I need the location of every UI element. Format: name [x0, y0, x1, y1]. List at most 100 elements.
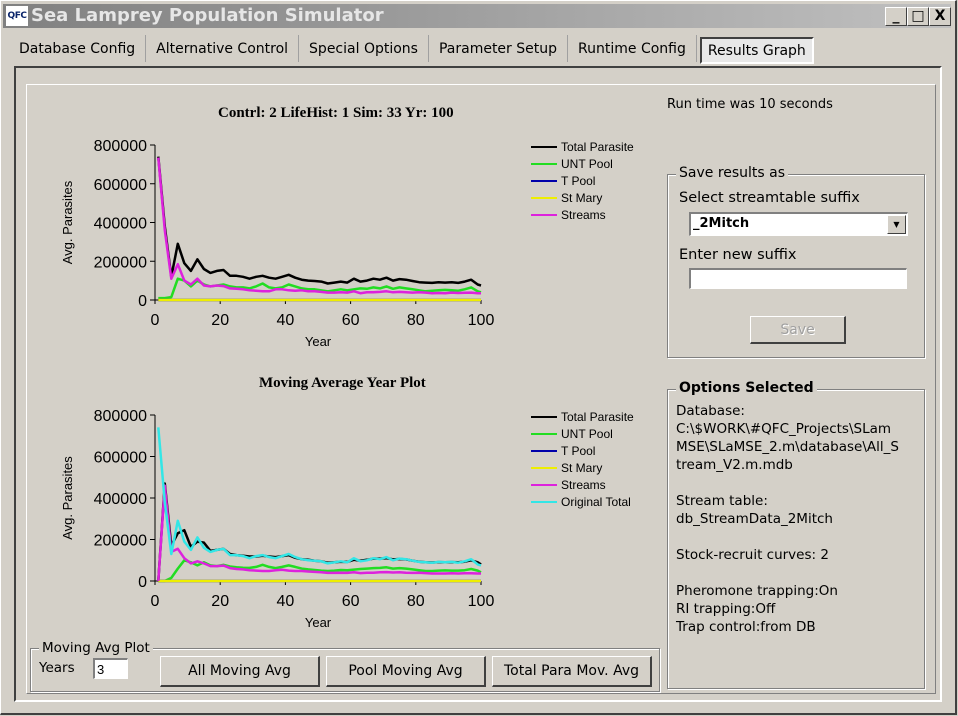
y-tick-label: 800000	[94, 408, 147, 425]
legend-item: UNT Pool	[529, 155, 634, 172]
legend-label: Streams	[561, 477, 606, 492]
legend-swatch	[531, 449, 557, 452]
legend-item: Original Total	[529, 493, 634, 510]
legend-swatch	[531, 466, 557, 469]
x-tick-label: 20	[211, 593, 229, 610]
legend-item: T Pool	[529, 172, 634, 189]
legend-label: Original Total	[561, 494, 631, 509]
legend-label: Streams	[561, 207, 606, 222]
chart2-legend: Total Parasite UNT Pool T Pool St Mary Strea…	[529, 408, 634, 510]
chart1-title: Contrl: 2 LifeHist: 1 Sim: 33 Yr: 100	[218, 105, 454, 121]
legend-label: Total Parasite	[561, 139, 634, 154]
options-line	[676, 528, 926, 546]
suffix-select-value: _2Mitch	[693, 216, 750, 231]
legend-label: UNT Pool	[561, 156, 613, 171]
maximize-button[interactable]: □	[907, 7, 929, 26]
all-moving-avg-button[interactable]: All Moving Avg	[160, 656, 320, 687]
legend-label: St Mary	[561, 190, 603, 205]
y-tick-label: 600000	[94, 450, 147, 467]
x-tick-label: 80	[407, 593, 425, 610]
chart1-legend: Total Parasite UNT Pool T Pool St Mary Strea…	[529, 138, 634, 223]
minimize-button[interactable]: _	[885, 7, 907, 26]
tab-parameter-setup[interactable]: Parameter Setup	[429, 35, 569, 62]
options-selected-text: Database: C:\$WORK\#QFC_Projects\SLam MS…	[676, 402, 926, 636]
legend-swatch	[531, 162, 557, 165]
years-input[interactable]	[93, 658, 128, 679]
legend-label: Total Parasite	[561, 409, 634, 424]
legend-item: T Pool	[529, 442, 634, 459]
y-tick-label: 200000	[94, 533, 147, 550]
x-tick-label: 0	[151, 593, 160, 610]
tab-bar: Database Config Alternative Control Spec…	[9, 35, 814, 64]
save-results-group-title: Save results as	[676, 165, 789, 181]
moving-avg-group-title: Moving Avg Plot	[39, 640, 153, 656]
series-line-total-parasite	[157, 156, 482, 287]
window-title: Sea Lamprey Population Simulator	[31, 5, 384, 26]
options-line: RI trapping:Off	[676, 601, 776, 617]
options-line: Database:	[676, 403, 745, 419]
legend-swatch	[531, 500, 557, 503]
chart2-title: Moving Average Year Plot	[259, 375, 426, 391]
chart1-plot: 0 200000 400000 600000 800000 0 20 40 60 80 100 Yea…	[60, 138, 495, 349]
x-axis-label: Year	[305, 615, 332, 630]
series-line-streams	[157, 157, 481, 295]
x-tick-label: 100	[468, 312, 495, 329]
y-tick-label: 600000	[94, 177, 147, 194]
y-axis-label: Avg. Parasites	[60, 180, 75, 264]
legend-item: Streams	[529, 206, 634, 223]
x-tick-label: 20	[211, 312, 229, 329]
close-button[interactable]: X	[929, 7, 951, 26]
legend-item: St Mary	[529, 189, 634, 206]
options-line: db_StreamData_2Mitch	[676, 511, 833, 527]
x-tick-label: 60	[342, 312, 360, 329]
y-tick-label: 0	[138, 574, 147, 591]
qfc-logo-icon: QFC	[6, 6, 28, 26]
x-tick-label: 40	[277, 312, 295, 329]
options-line: Stream table:	[676, 493, 768, 509]
y-tick-label: 200000	[94, 254, 147, 271]
tab-database-config[interactable]: Database Config	[9, 35, 147, 62]
suffix-select[interactable]: _2Mitch ▼	[689, 212, 908, 236]
x-tick-label: 40	[277, 593, 295, 610]
tab-runtime-config[interactable]: Runtime Config	[568, 35, 697, 62]
series-line-streams	[157, 484, 481, 582]
legend-item: Total Parasite	[529, 408, 634, 425]
x-axis-label: Year	[305, 334, 332, 349]
x-tick-label: 100	[468, 593, 495, 610]
y-tick-label: 400000	[94, 491, 147, 508]
y-tick-label: 800000	[94, 138, 147, 155]
chevron-down-icon[interactable]: ▼	[887, 215, 906, 234]
tab-alternative-control[interactable]: Alternative Control	[146, 35, 300, 62]
legend-swatch	[531, 196, 557, 199]
legend-item: Total Parasite	[529, 138, 634, 155]
options-line: tream_V2.m.mdb	[676, 457, 793, 473]
new-suffix-input[interactable]	[689, 268, 907, 289]
options-line: Stock-recruit curves: 2	[676, 547, 829, 563]
legend-label: St Mary	[561, 460, 603, 475]
legend-swatch	[531, 145, 557, 148]
legend-swatch	[531, 213, 557, 216]
tab-special-options[interactable]: Special Options	[299, 35, 429, 62]
legend-label: T Pool	[561, 443, 596, 458]
years-label: Years	[39, 660, 75, 676]
legend-swatch	[531, 415, 557, 418]
options-line: C:\$WORK\#QFC_Projects\SLam	[676, 421, 892, 437]
legend-label: UNT Pool	[561, 426, 613, 441]
series-line-total-parasite	[157, 482, 482, 582]
legend-item: St Mary	[529, 459, 634, 476]
y-tick-label: 0	[138, 293, 147, 310]
tab-results-graph[interactable]: Results Graph	[699, 37, 814, 64]
save-button[interactable]: Save	[750, 316, 846, 344]
y-axis-label: Avg. Parasites	[60, 456, 75, 540]
x-tick-label: 0	[151, 312, 160, 329]
select-suffix-label: Select streamtable suffix	[679, 190, 860, 206]
total-para-mov-avg-button[interactable]: Total Para Mov. Avg	[492, 656, 652, 687]
legend-item: Streams	[529, 476, 634, 493]
title-bar[interactable]: QFC Sea Lamprey Population Simulator _ □…	[3, 4, 951, 28]
pool-moving-avg-button[interactable]: Pool Moving Avg	[326, 656, 486, 687]
legend-swatch	[531, 179, 557, 182]
legend-label: T Pool	[561, 173, 596, 188]
new-suffix-label: Enter new suffix	[679, 247, 797, 263]
options-line	[676, 564, 926, 582]
options-selected-title: Options Selected	[676, 380, 817, 396]
